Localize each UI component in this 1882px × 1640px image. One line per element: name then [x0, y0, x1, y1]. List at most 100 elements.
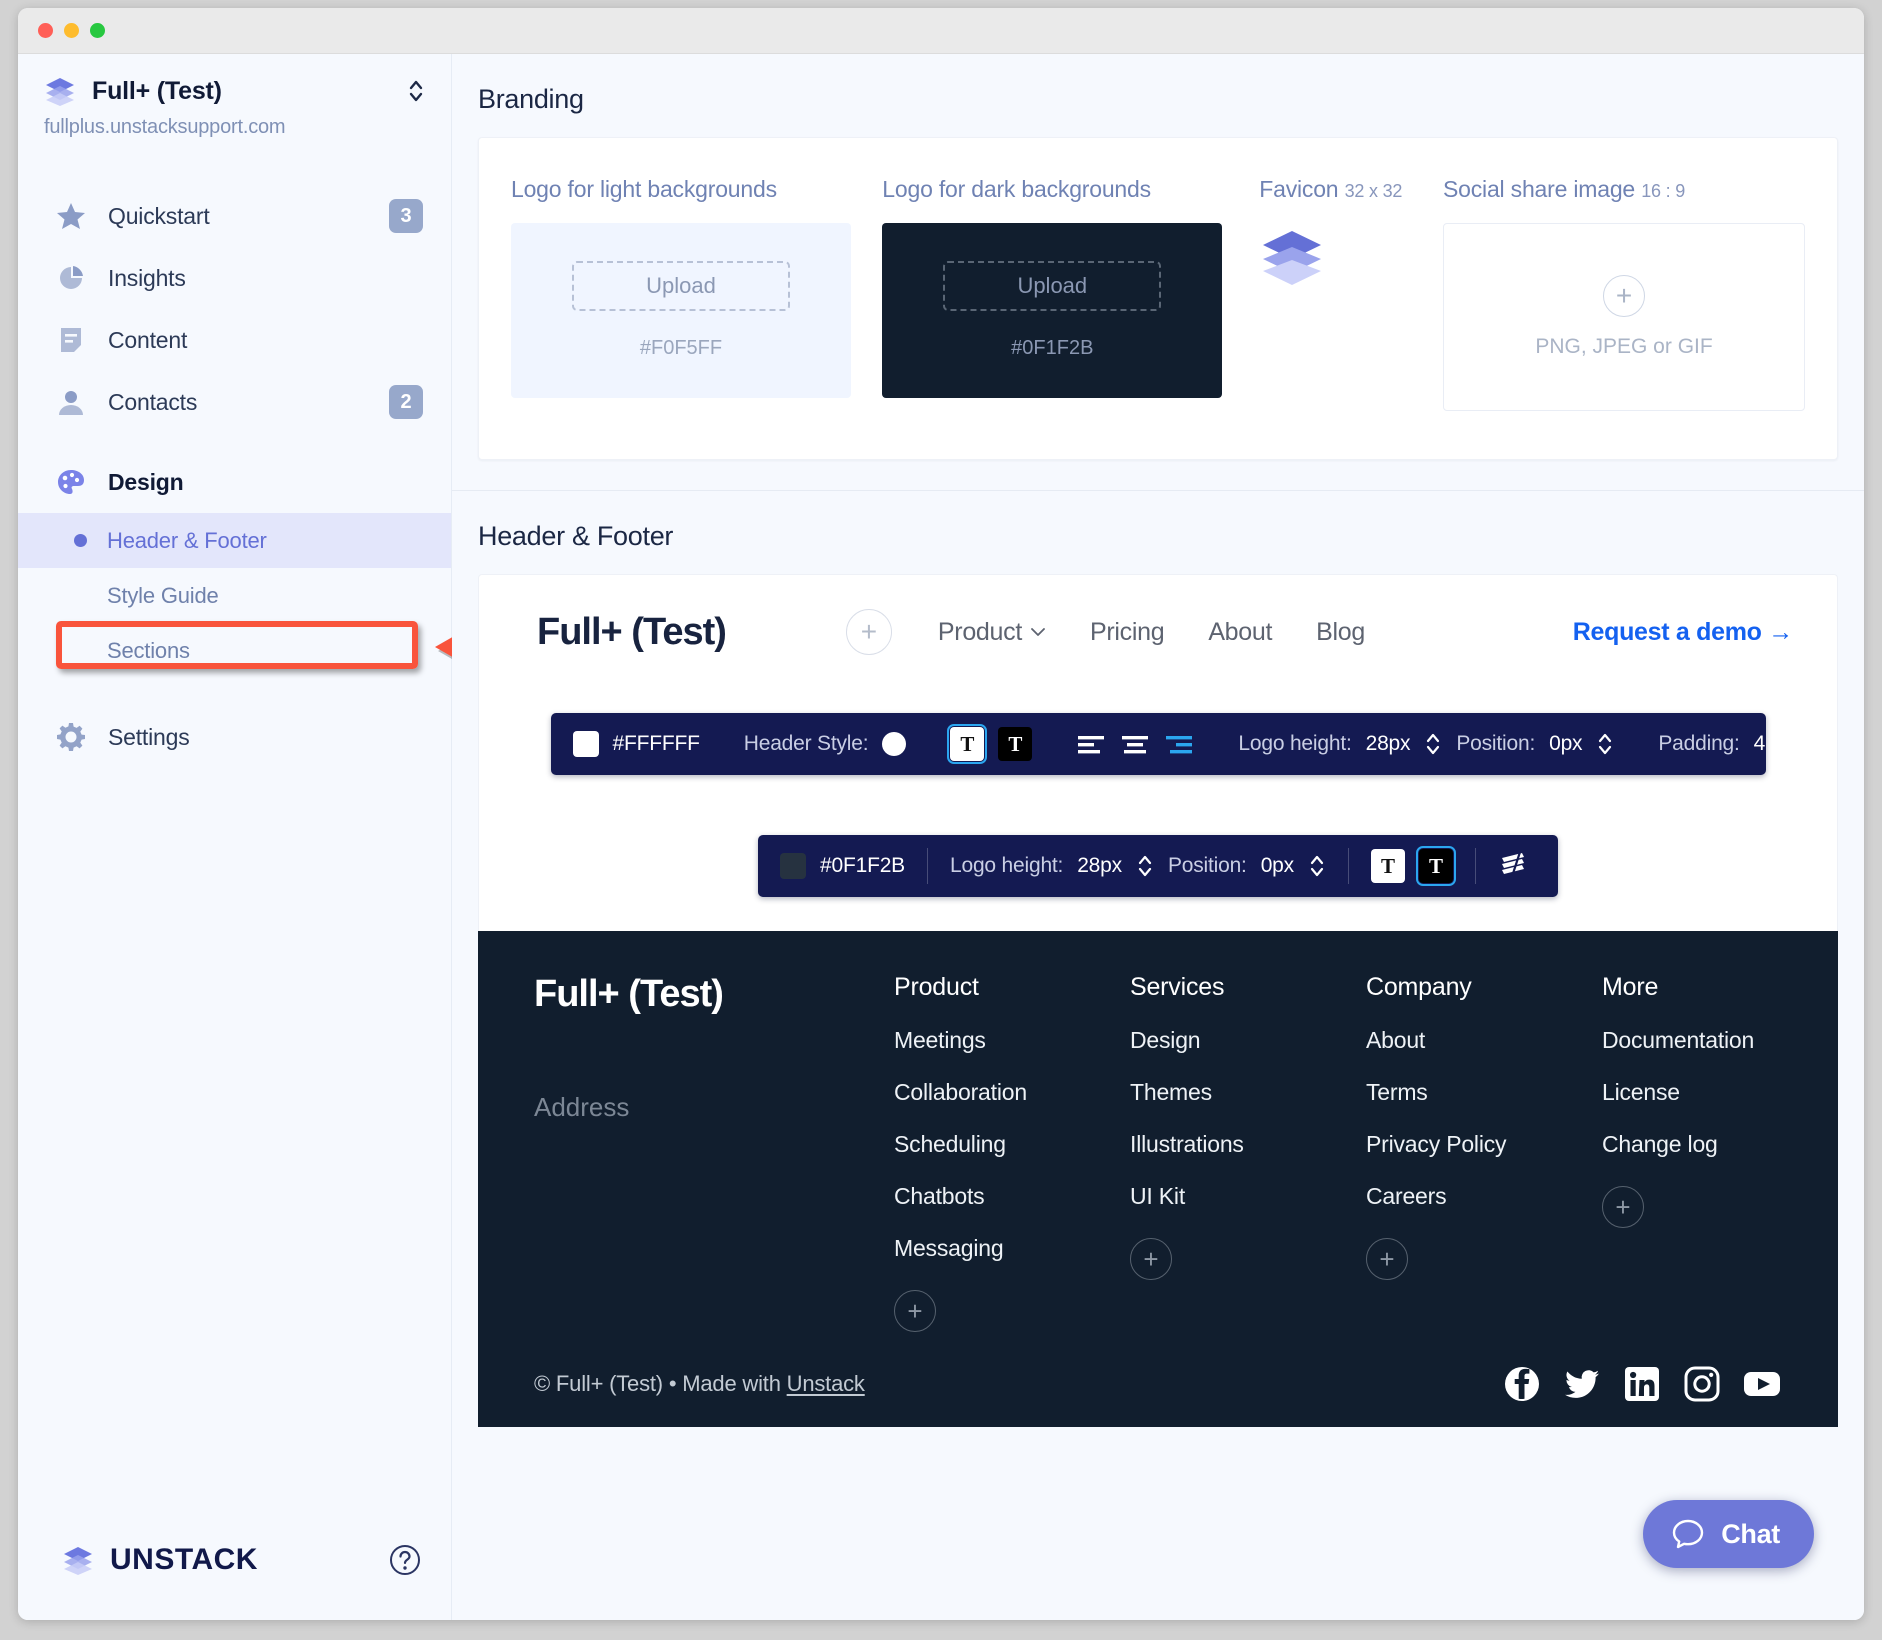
sidebar-item-style-guide[interactable]: Style Guide — [18, 568, 451, 623]
header-style-segment[interactable]: Header Style: — [722, 713, 929, 775]
logo-height-value[interactable]: 28px — [1366, 732, 1411, 756]
sidebar-item-content[interactable]: Content — [18, 309, 451, 371]
preview-logo-text[interactable]: Full+ (Test) — [537, 611, 726, 654]
light-logo-dropzone[interactable]: Upload #F0F5FF — [511, 223, 851, 398]
youtube-icon[interactable] — [1742, 1364, 1782, 1404]
text-light-button[interactable]: T — [1371, 849, 1405, 883]
question-circle-icon[interactable] — [389, 1544, 421, 1576]
footer-column-company: Company About Terms Privacy Policy Caree… — [1366, 973, 1602, 1341]
footer-link[interactable]: Documentation — [1602, 1027, 1754, 1054]
nav-link-product[interactable]: Product — [938, 618, 1046, 647]
layers-icon — [44, 76, 76, 106]
position-value[interactable]: 0px — [1549, 732, 1582, 756]
footer-logo-text[interactable]: Full+ (Test) — [534, 973, 894, 1016]
padding-segment: Padding: 4 — [1636, 713, 1819, 775]
sidebar-item-design[interactable]: Design — [18, 451, 451, 513]
sidebar-item-contacts[interactable]: Contacts 2 — [18, 371, 451, 433]
footer-link[interactable]: Change log — [1602, 1131, 1754, 1158]
stacked-lines-icon[interactable] — [1498, 850, 1528, 883]
text-dark-button[interactable]: T — [1419, 849, 1453, 883]
social-share-dropzone[interactable]: + PNG, JPEG or GIF — [1443, 223, 1805, 411]
logo-height-label: Logo height: — [1238, 732, 1351, 756]
plus-circle-icon[interactable]: + — [1130, 1238, 1172, 1280]
layers-icon[interactable] — [1259, 227, 1325, 287]
footer-column-heading[interactable]: More — [1602, 973, 1754, 1002]
footer-link[interactable]: Careers — [1366, 1183, 1602, 1210]
header-color-segment[interactable]: #FFFFFF — [551, 713, 722, 775]
footer-link[interactable]: Collaboration — [894, 1079, 1130, 1106]
plus-circle-icon[interactable]: + — [1366, 1238, 1408, 1280]
color-swatch[interactable] — [780, 853, 806, 879]
footer-copyright-text: © Full+ (Test) • Made with — [534, 1371, 787, 1396]
upload-button[interactable]: Upload — [943, 261, 1161, 311]
request-demo-link[interactable]: Request a demo → — [1573, 618, 1793, 647]
footer-address-placeholder[interactable]: Address — [534, 1092, 894, 1123]
stepper-up-down-icon[interactable] — [1136, 852, 1154, 880]
close-icon[interactable] — [38, 23, 53, 38]
status-badge: 2 — [389, 385, 423, 419]
plus-circle-icon[interactable]: + — [1603, 275, 1645, 317]
footer-link[interactable]: Chatbots — [894, 1183, 1130, 1210]
footer-column-heading[interactable]: Product — [894, 973, 1130, 1002]
chat-widget-button[interactable]: Chat — [1643, 1500, 1814, 1568]
favicon-label: Favicon 32 x 32 — [1259, 174, 1443, 205]
twitter-icon[interactable] — [1562, 1364, 1602, 1404]
footer-link[interactable]: UI Kit — [1130, 1183, 1366, 1210]
text-dark-button[interactable]: T — [998, 727, 1032, 761]
site-switcher[interactable]: Full+ (Test) fullplus.unstacksupport.com — [18, 54, 451, 139]
status-badge: 3 — [389, 199, 423, 233]
nav-link-about[interactable]: About — [1208, 618, 1272, 647]
header-footer-title: Header & Footer — [452, 491, 1864, 552]
align-right-icon[interactable] — [1164, 733, 1194, 755]
sidebar-item-sections[interactable]: Sections — [18, 623, 451, 678]
footer-color-segment[interactable]: #0F1F2B — [758, 835, 927, 897]
dark-logo-dropzone[interactable]: Upload #0F1F2B — [882, 223, 1222, 398]
sidebar-item-insights[interactable]: Insights — [18, 247, 451, 309]
stepper-up-down-icon[interactable] — [1308, 852, 1326, 880]
text-light-button[interactable]: T — [950, 727, 984, 761]
stepper-up-down-icon[interactable] — [1779, 730, 1797, 758]
upload-button[interactable]: Upload — [572, 261, 790, 311]
footer-link[interactable]: Themes — [1130, 1079, 1366, 1106]
footer-link[interactable]: Messaging — [894, 1235, 1130, 1262]
footer-link[interactable]: Terms — [1366, 1079, 1602, 1106]
align-center-icon[interactable] — [1120, 733, 1150, 755]
plus-circle-icon[interactable]: + — [846, 609, 892, 655]
footer-column-heading[interactable]: Services — [1130, 973, 1366, 1002]
footer-preview: Full+ (Test) Address Product Meetings Co… — [478, 931, 1838, 1341]
plus-circle-icon[interactable]: + — [894, 1290, 936, 1332]
padding-value[interactable]: 4 — [1754, 732, 1765, 756]
sidebar-item-settings[interactable]: Settings — [18, 706, 451, 768]
footer-link[interactable]: Scheduling — [894, 1131, 1130, 1158]
zoom-icon[interactable] — [90, 23, 105, 38]
circle-toggle-icon[interactable] — [882, 732, 906, 756]
plus-circle-icon[interactable]: + — [1602, 1186, 1644, 1228]
header-color-hex: #FFFFFF — [613, 732, 700, 756]
stepper-up-down-icon[interactable] — [1424, 730, 1442, 758]
window-titlebar — [18, 8, 1864, 54]
logo-height-value[interactable]: 28px — [1077, 854, 1122, 878]
align-left-icon[interactable] — [1076, 733, 1106, 755]
footer-link[interactable]: Privacy Policy — [1366, 1131, 1602, 1158]
footer-column-heading[interactable]: Company — [1366, 973, 1602, 1002]
footer-layers-segment[interactable] — [1476, 835, 1550, 897]
sidebar-item-quickstart[interactable]: Quickstart 3 — [18, 185, 451, 247]
footer-link[interactable]: Design — [1130, 1027, 1366, 1054]
sidebar-item-header-footer[interactable]: Header & Footer — [18, 513, 451, 568]
facebook-icon[interactable] — [1502, 1364, 1542, 1404]
position-value[interactable]: 0px — [1261, 854, 1294, 878]
linkedin-icon[interactable] — [1622, 1364, 1662, 1404]
footer-link[interactable]: Illustrations — [1130, 1131, 1366, 1158]
footer-link[interactable]: Meetings — [894, 1027, 1130, 1054]
footer-link[interactable]: About — [1366, 1027, 1602, 1054]
stepper-up-down-icon[interactable] — [1596, 730, 1614, 758]
footer-link[interactable]: License — [1602, 1079, 1754, 1106]
nav-link-pricing[interactable]: Pricing — [1090, 618, 1164, 647]
unstack-link[interactable]: Unstack — [787, 1371, 865, 1396]
minimize-icon[interactable] — [64, 23, 79, 38]
nav-link-blog[interactable]: Blog — [1316, 618, 1365, 647]
instagram-icon[interactable] — [1682, 1364, 1722, 1404]
chevron-up-down-icon[interactable] — [407, 78, 425, 104]
chevron-down-icon — [1030, 627, 1046, 637]
color-swatch[interactable] — [573, 731, 599, 757]
